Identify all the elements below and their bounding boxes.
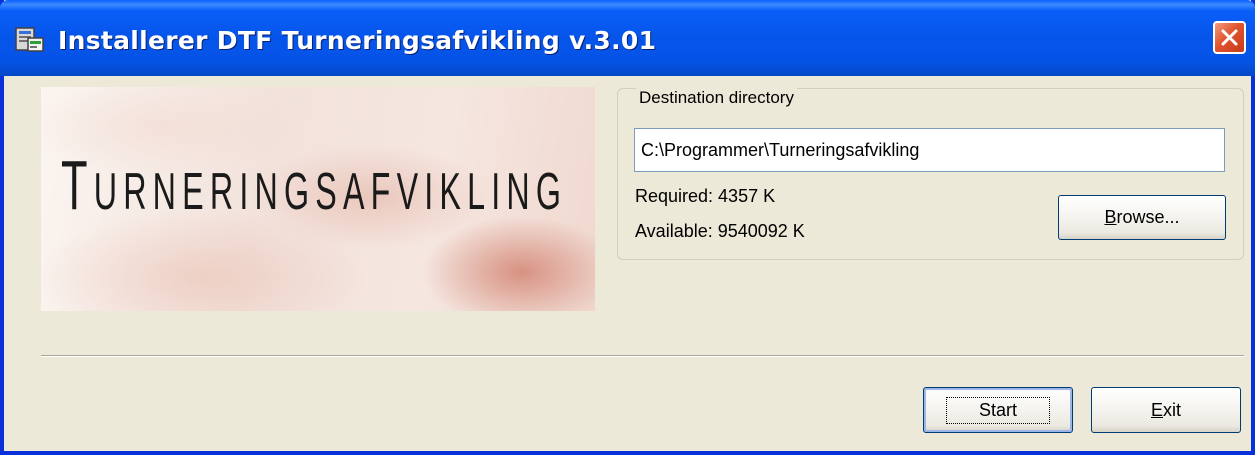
start-button[interactable]: Start — [923, 387, 1073, 433]
banner-first-letter: T — [61, 146, 94, 224]
destination-path-input[interactable] — [634, 128, 1225, 172]
separator-line — [41, 355, 1244, 357]
window-title: Installerer DTF Turneringsafvikling v.3.… — [58, 26, 657, 55]
available-space-label: Available: 9540092 K — [635, 221, 805, 241]
required-space-label: Required: 4357 K — [635, 186, 776, 206]
installer-icon — [14, 24, 46, 54]
destination-legend: Destination directory — [636, 88, 797, 108]
installer-window: Installerer DTF Turneringsafvikling v.3.… — [0, 0, 1255, 455]
title-bar[interactable]: Installerer DTF Turneringsafvikling v.3.… — [0, 0, 1255, 76]
product-banner: TURNERINGSAFVIKLING — [41, 87, 595, 311]
browse-button-label: Browse... — [1104, 207, 1180, 227]
exit-button[interactable]: Exit — [1091, 387, 1241, 433]
banner-rest: URNERINGSAFVIKLING — [93, 163, 568, 221]
exit-button-label: Exit — [1150, 399, 1181, 420]
start-button-label: Start — [945, 396, 1051, 424]
banner-logo-text: TURNERINGSAFVIKLING — [61, 145, 567, 225]
browse-button[interactable]: Browse... — [1058, 195, 1226, 240]
close-button[interactable] — [1213, 21, 1246, 54]
